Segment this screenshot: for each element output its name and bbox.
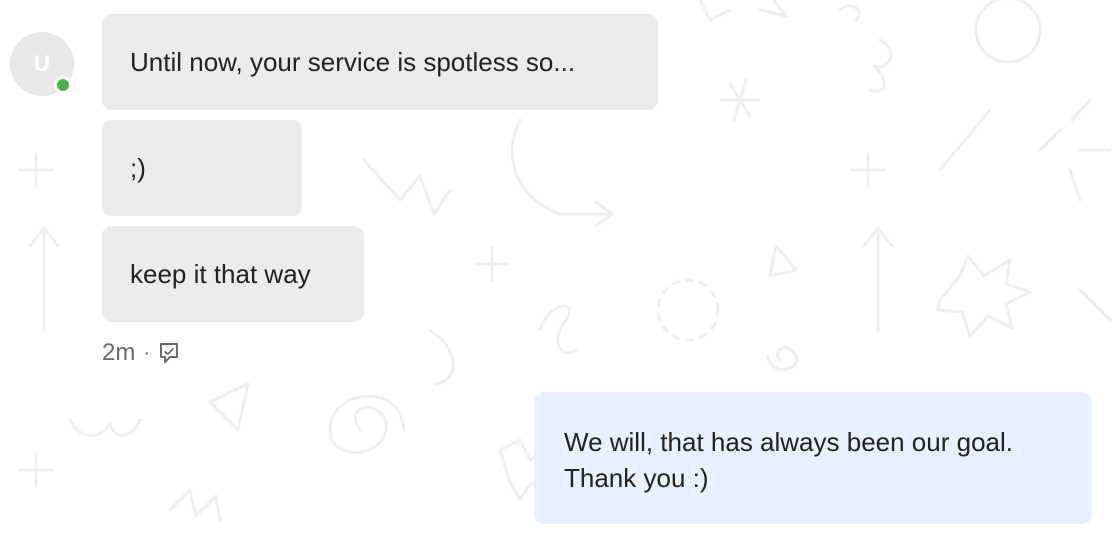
incoming-message-bubble[interactable]: ;) <box>102 120 302 216</box>
message-meta: 2m · <box>102 336 180 370</box>
seen-icon[interactable] <box>158 341 180 365</box>
online-status-indicator <box>54 76 72 94</box>
incoming-message-bubble[interactable]: Until now, your service is spotless so..… <box>102 14 658 110</box>
avatar-initial: U <box>34 51 50 76</box>
meta-separator: · <box>143 341 151 364</box>
message-text: We will, that has always been our goal. … <box>564 427 1013 493</box>
message-text: ;) <box>130 153 146 183</box>
incoming-message-bubble[interactable]: keep it that way <box>102 226 364 322</box>
message-text: Until now, your service is spotless so..… <box>130 47 576 77</box>
message-timestamp: 2m <box>102 339 136 366</box>
message-text: keep it that way <box>130 259 311 289</box>
outgoing-message-bubble[interactable]: We will, that has always been our goal. … <box>534 392 1092 524</box>
